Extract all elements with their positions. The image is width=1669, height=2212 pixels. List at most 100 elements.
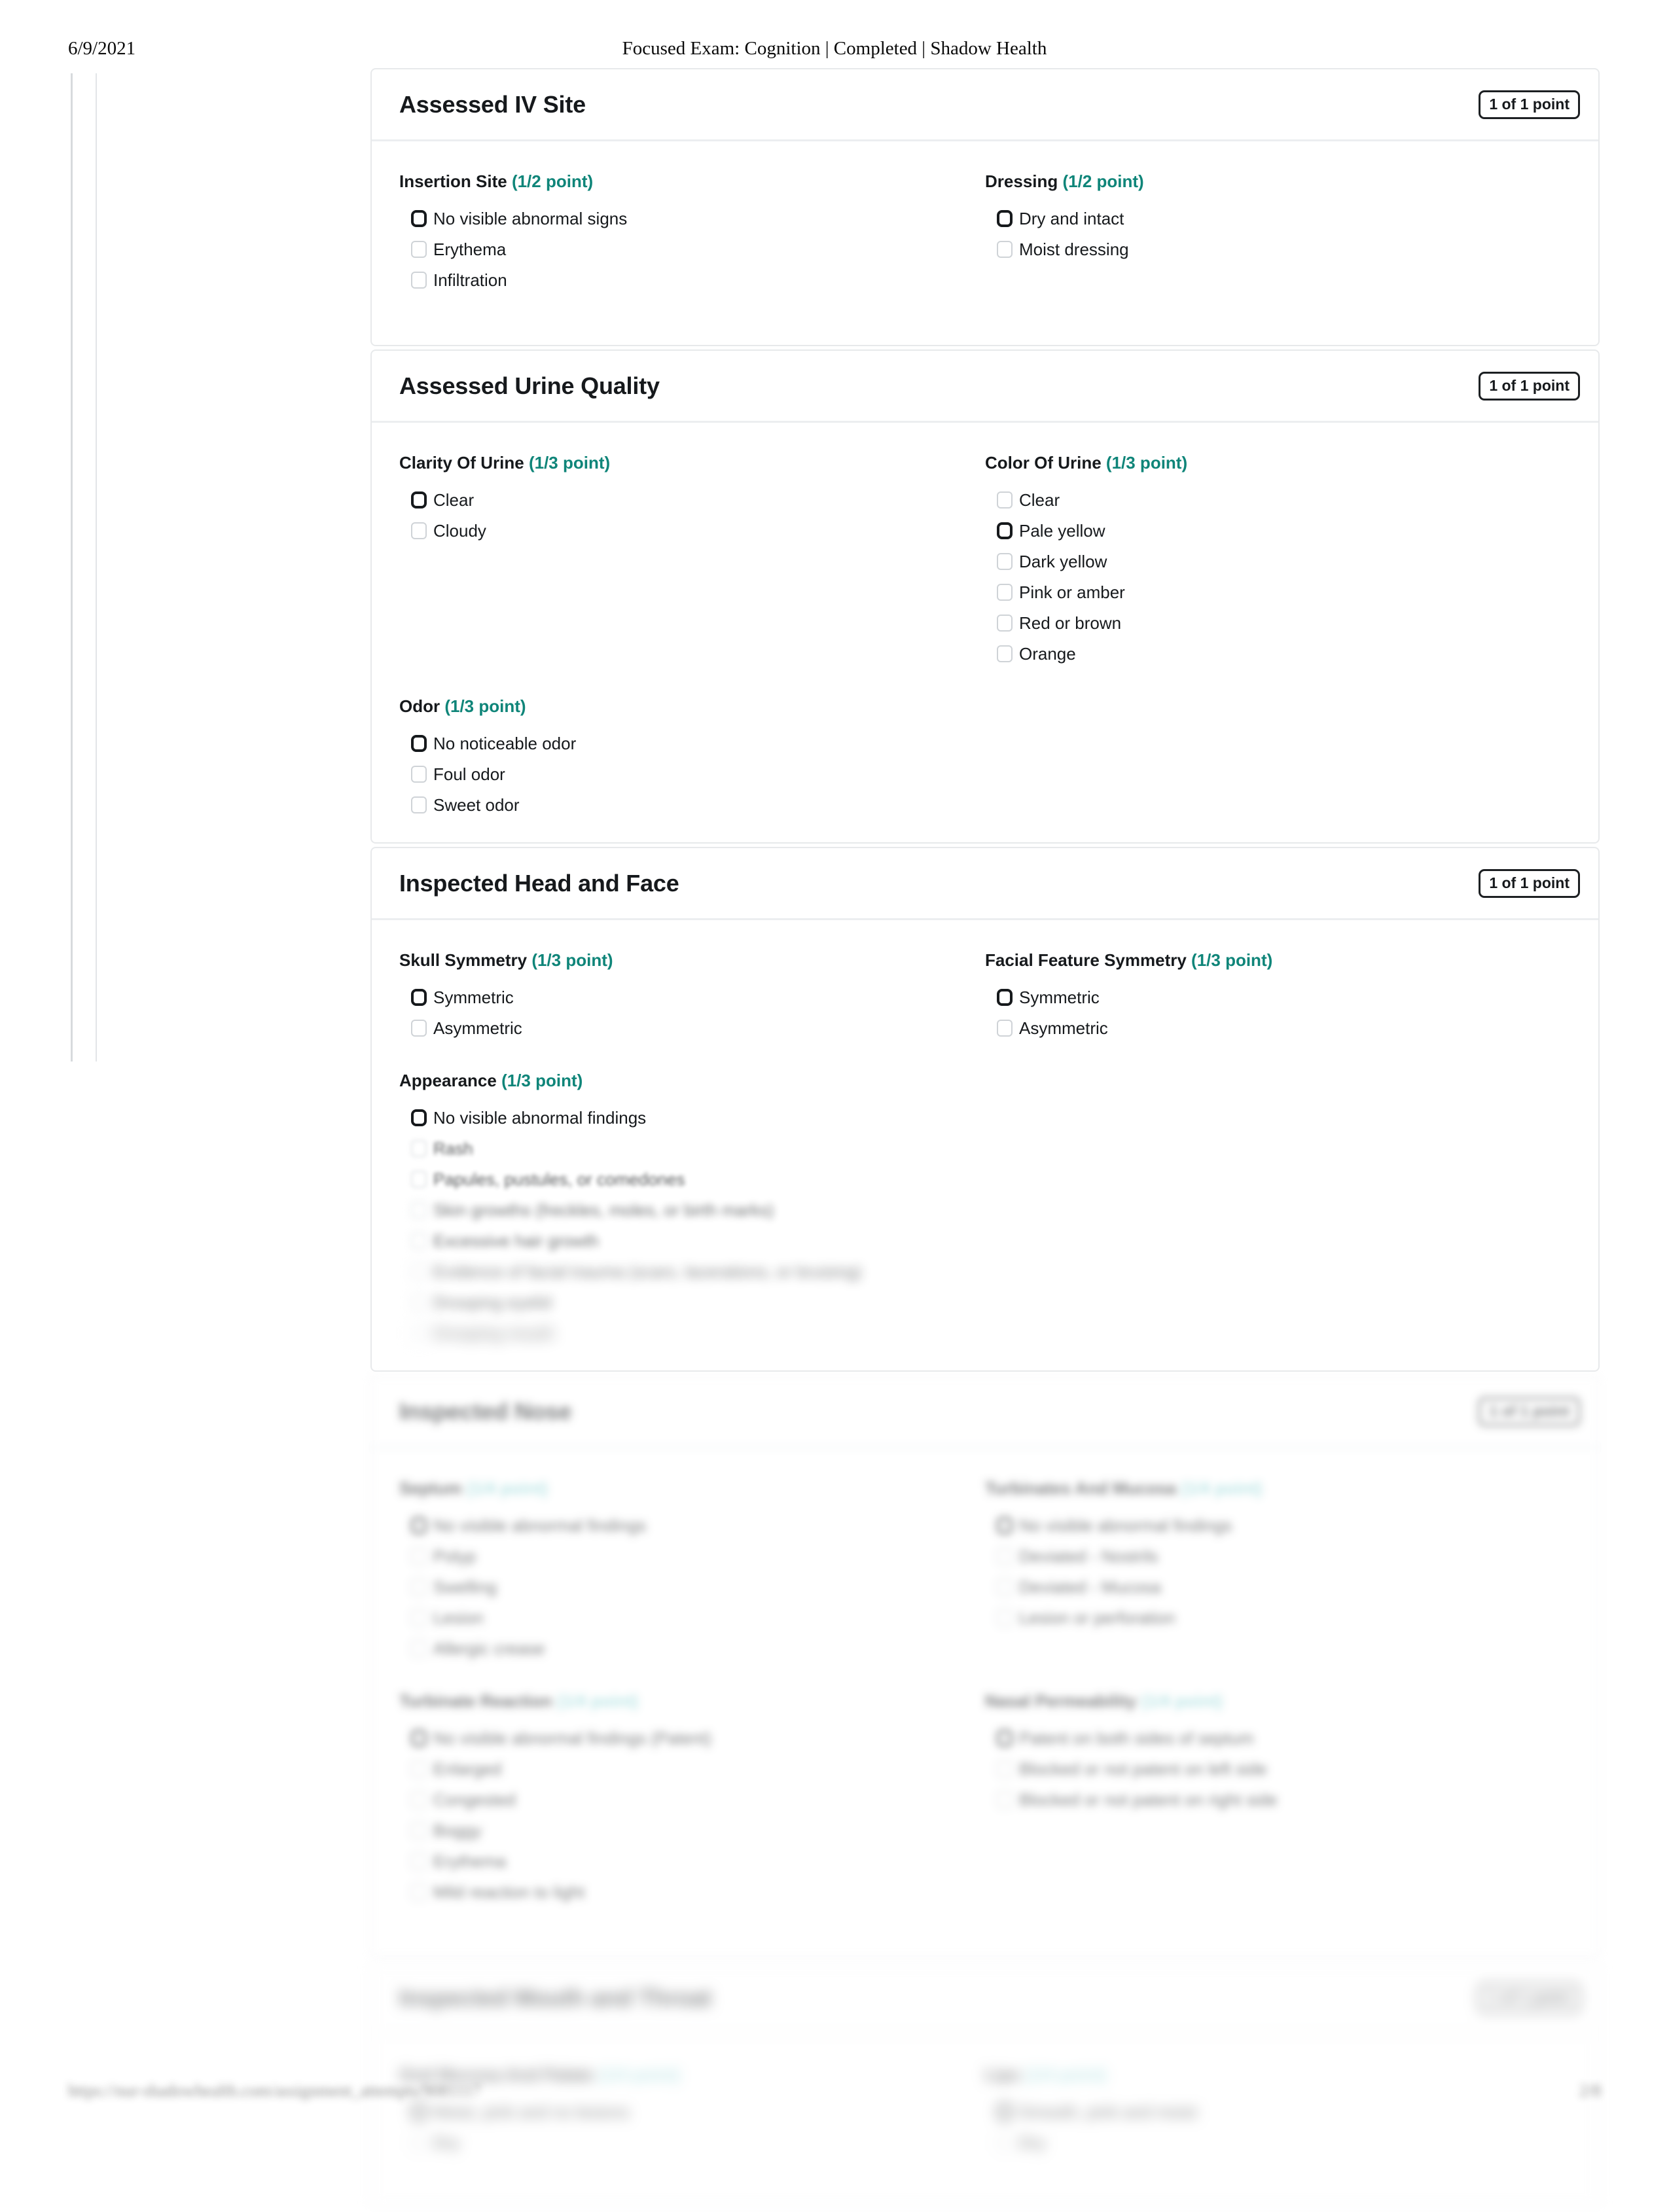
checkbox-option[interactable]: Congested (399, 1784, 965, 1815)
checkbox-option[interactable]: Excessive hair growth (399, 1225, 965, 1256)
checkbox-icon[interactable] (411, 1760, 427, 1777)
checkbox-option[interactable]: Symmetric (985, 982, 1551, 1012)
checkbox-option[interactable]: Dry (985, 2127, 1551, 2158)
checkbox-icon[interactable] (411, 1262, 427, 1280)
checkbox-option[interactable]: Asymmetric (985, 1012, 1551, 1043)
checkbox-option[interactable]: Deviated - Mucosa (985, 1571, 1551, 1602)
checkbox-icon[interactable] (997, 583, 1013, 601)
checkbox-option[interactable]: No noticeable odor (399, 728, 965, 758)
checkbox-option[interactable]: Boggy (399, 1815, 965, 1846)
checkbox-icon[interactable] (411, 1852, 427, 1870)
checkbox-selected-icon[interactable] (997, 209, 1013, 227)
checkbox-option[interactable]: Clear (399, 484, 965, 515)
checkbox-icon[interactable] (411, 765, 427, 783)
checkbox-option[interactable]: Red or brown (985, 607, 1551, 638)
checkbox-option[interactable]: Orange (985, 638, 1551, 669)
checkbox-selected-icon[interactable] (411, 491, 427, 508)
checkbox-icon[interactable] (411, 1821, 427, 1839)
checkbox-icon[interactable] (411, 1019, 427, 1037)
checkbox-option-label: No visible abnormal findings (433, 1107, 647, 1128)
checkbox-icon[interactable] (411, 1609, 427, 1626)
checkbox-option[interactable]: Lesion or perforation (985, 1602, 1551, 1633)
checkbox-option[interactable]: Deviated - Nostrils (985, 1541, 1551, 1571)
checkbox-option[interactable]: Pink or amber (985, 577, 1551, 607)
checkbox-option[interactable]: Cloudy (399, 515, 965, 546)
checkbox-option[interactable]: Erythema (399, 1846, 965, 1876)
checkbox-icon[interactable] (411, 240, 427, 258)
checkbox-icon[interactable] (411, 1324, 427, 1342)
question-group-label: Dressing (1/2 point) (985, 171, 1551, 192)
checkbox-option[interactable]: Mild reaction to light (399, 1876, 965, 1907)
checkbox-option[interactable]: Lesion (399, 1602, 965, 1633)
checkbox-option[interactable]: Erythema (399, 234, 965, 264)
checkbox-option[interactable]: No visible abnormal findings (399, 1510, 965, 1541)
checkbox-icon[interactable] (997, 1019, 1013, 1037)
checkbox-icon[interactable] (411, 1201, 427, 1219)
checkbox-icon[interactable] (411, 1547, 427, 1565)
checkbox-option[interactable]: Moist dressing (985, 234, 1551, 264)
checkbox-selected-icon[interactable] (411, 1516, 427, 1534)
checkbox-icon[interactable] (997, 1578, 1013, 1596)
checkbox-icon[interactable] (411, 1791, 427, 1808)
checkbox-option[interactable]: Pale yellow (985, 515, 1551, 546)
checkbox-icon[interactable] (997, 240, 1013, 258)
checkbox-option[interactable]: Clear (985, 484, 1551, 515)
checkbox-option[interactable]: Rash (399, 1133, 965, 1164)
checkbox-option[interactable]: Dry and intact (985, 203, 1551, 234)
checkbox-option[interactable]: No visible abnormal findings (399, 1102, 965, 1133)
checkbox-option[interactable]: Skin growths (freckles, moles, or birth … (399, 1194, 965, 1225)
checkbox-option[interactable]: Evidence of facial trauma (scars, lacera… (399, 1256, 965, 1287)
checkbox-icon[interactable] (411, 2133, 427, 2151)
checkbox-option[interactable]: Blocked or not patent on left side (985, 1753, 1551, 1784)
checkbox-option[interactable]: Asymmetric (399, 1012, 965, 1043)
checkbox-icon[interactable] (411, 1578, 427, 1596)
checkbox-icon[interactable] (411, 1639, 427, 1657)
checkbox-selected-icon[interactable] (411, 209, 427, 227)
checkbox-icon[interactable] (411, 1139, 427, 1157)
checkbox-selected-icon[interactable] (997, 1729, 1013, 1747)
checkbox-selected-icon[interactable] (411, 1729, 427, 1747)
checkbox-icon[interactable] (997, 1609, 1013, 1626)
checkbox-icon[interactable] (997, 645, 1013, 662)
checkbox-icon[interactable] (997, 1760, 1013, 1777)
checkbox-option[interactable]: Allergic crease (399, 1633, 965, 1664)
checkbox-icon[interactable] (411, 796, 427, 813)
checkbox-option[interactable]: Enlarged (399, 1753, 965, 1784)
checkbox-option[interactable]: Dark yellow (985, 546, 1551, 577)
checkbox-option[interactable]: No visible abnormal findings (Patent) (399, 1722, 965, 1753)
checkbox-option[interactable]: Drooping eyelid (399, 1287, 965, 1317)
checkbox-option[interactable]: No visible abnormal findings (985, 1510, 1551, 1541)
checkbox-selected-icon[interactable] (997, 1516, 1013, 1534)
checkbox-option[interactable]: Patent on both sides of septum (985, 1722, 1551, 1753)
checkbox-option[interactable]: Sweet odor (399, 789, 965, 820)
checkbox-selected-icon[interactable] (997, 522, 1013, 539)
checkbox-option[interactable]: Polyp (399, 1541, 965, 1571)
checkbox-icon[interactable] (997, 614, 1013, 632)
question-group-points: (1/4 point) (466, 1478, 548, 1498)
checkbox-option[interactable]: Foul odor (399, 758, 965, 789)
checkbox-option[interactable]: Swelling (399, 1571, 965, 1602)
checkbox-icon[interactable] (411, 271, 427, 289)
checkbox-icon[interactable] (411, 1170, 427, 1188)
checkbox-option[interactable]: Dry (399, 2127, 965, 2158)
checkbox-icon[interactable] (997, 2133, 1013, 2151)
checkbox-option-label: Skin growths (freckles, moles, or birth … (433, 1200, 774, 1220)
checkbox-option[interactable]: Blocked or not patent on right side (985, 1784, 1551, 1815)
checkbox-selected-icon[interactable] (411, 1109, 427, 1126)
checkbox-icon[interactable] (997, 491, 1013, 508)
checkbox-icon[interactable] (997, 552, 1013, 570)
checkbox-option[interactable]: Drooping mouth (399, 1317, 965, 1348)
checkbox-selected-icon[interactable] (997, 988, 1013, 1006)
checkbox-icon[interactable] (997, 1547, 1013, 1565)
checkbox-icon[interactable] (411, 1883, 427, 1900)
checkbox-option[interactable]: No visible abnormal signs (399, 203, 965, 234)
checkbox-option[interactable]: Symmetric (399, 982, 965, 1012)
checkbox-selected-icon[interactable] (411, 734, 427, 752)
checkbox-icon[interactable] (997, 1791, 1013, 1808)
checkbox-icon[interactable] (411, 522, 427, 539)
checkbox-selected-icon[interactable] (411, 988, 427, 1006)
checkbox-option[interactable]: Infiltration (399, 264, 965, 295)
checkbox-icon[interactable] (411, 1232, 427, 1249)
checkbox-option[interactable]: Papules, pustules, or comedones (399, 1164, 965, 1194)
checkbox-icon[interactable] (411, 1293, 427, 1311)
